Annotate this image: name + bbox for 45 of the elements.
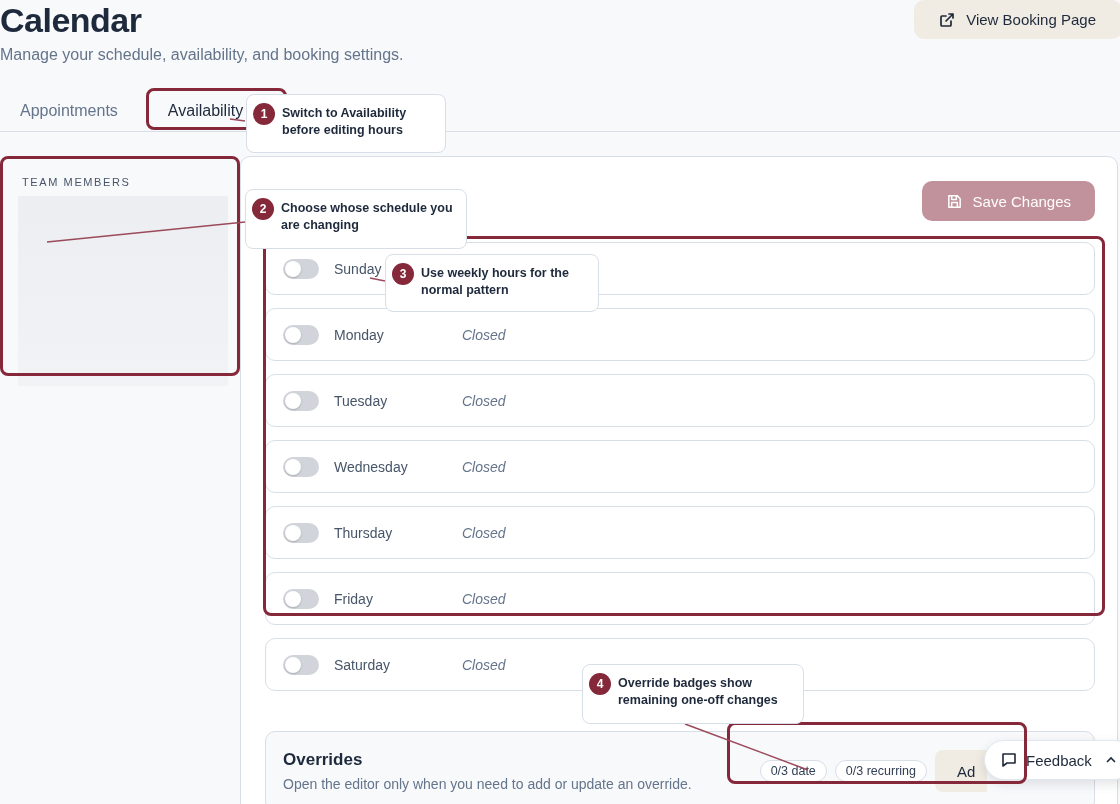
leader-line — [229, 118, 246, 122]
view-booking-page-button[interactable]: View Booking Page — [914, 0, 1120, 39]
step-number: 1 — [253, 103, 275, 125]
count-badge: 0/3 date — [759, 760, 827, 782]
save-icon — [945, 192, 963, 210]
day-status: Closed — [462, 590, 506, 607]
toggle-switch[interactable] — [283, 324, 319, 345]
add-button[interactable]: Ad — [935, 750, 987, 792]
step-number: 4 — [589, 673, 611, 695]
day-status: Closed — [462, 524, 506, 541]
count-badge: 0/3 recurring — [834, 760, 927, 782]
callout-text: Switch to Availability before editing hours — [282, 106, 407, 137]
toggle-switch[interactable] — [283, 390, 319, 411]
tab[interactable]: Appointments — [0, 90, 138, 131]
callout-text: Choose whose schedule you are changing — [281, 201, 453, 232]
day-name: Tuesday — [334, 392, 388, 409]
section-title: Overrides — [283, 750, 364, 770]
day-name: Sunday — [334, 260, 382, 277]
callout-text: Override badges show remaining one-off changes — [618, 676, 778, 707]
leader-line — [369, 277, 386, 282]
day-status: Closed — [462, 326, 506, 343]
day-name: Thursday — [334, 524, 393, 541]
day-status: Closed — [462, 656, 506, 673]
day-name: Wednesday — [334, 458, 408, 475]
day-name: Friday — [334, 590, 373, 607]
day-name: Monday — [334, 326, 384, 343]
toggle-switch[interactable] — [283, 258, 319, 279]
tab[interactable]: Availability — [147, 90, 244, 131]
section-heading: TEAM MEMBERS — [22, 176, 132, 188]
feedback-label: Feedback — [1026, 751, 1092, 769]
external-link-icon — [938, 10, 957, 29]
chat-icon — [1000, 751, 1018, 769]
page-title: Calendar — [0, 0, 143, 40]
callout-text: Use weekly hours for the normal pattern — [421, 266, 569, 297]
toggle-switch[interactable] — [283, 522, 319, 543]
step-number: 2 — [252, 198, 274, 220]
toggle-switch[interactable] — [283, 588, 319, 609]
step-number: 3 — [392, 263, 414, 285]
day-status: Closed — [462, 458, 506, 475]
toggle-switch[interactable] — [283, 456, 319, 477]
page-subtitle: Manage your schedule, availability, and booking settings. — [0, 46, 404, 64]
toggle-switch[interactable] — [283, 654, 319, 675]
day-status: Closed — [462, 392, 506, 409]
section-description: Open the editor only when you need to add or update an override. — [283, 776, 692, 792]
day-name: Saturday — [334, 656, 391, 673]
